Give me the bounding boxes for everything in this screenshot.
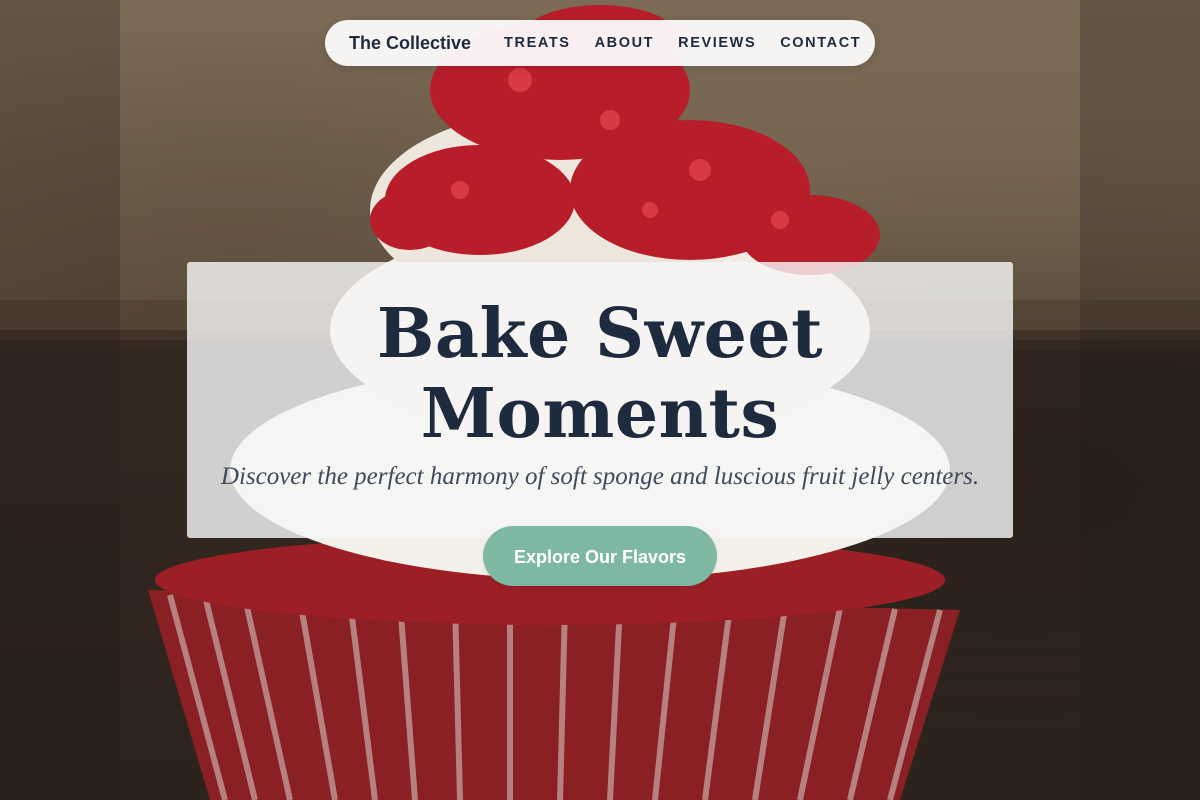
hero-card: Bake Sweet Moments Discover the perfect … (187, 262, 1013, 586)
nav-link-contact[interactable]: CONTACT (780, 35, 861, 51)
hero-subtitle: Discover the perfect harmony of soft spo… (220, 463, 980, 490)
brand-logo[interactable]: The Collective (349, 33, 471, 54)
nav-links: TREATS ABOUT REVIEWS CONTACT (504, 35, 861, 51)
top-navigation: The Collective TREATS ABOUT REVIEWS CONT… (325, 20, 875, 66)
nav-link-reviews[interactable]: REVIEWS (678, 35, 756, 51)
explore-flavors-button[interactable]: Explore Our Flavors (483, 526, 717, 586)
hero-title: Bake Sweet Moments (376, 294, 824, 454)
nav-link-about[interactable]: ABOUT (595, 35, 655, 51)
nav-link-treats[interactable]: TREATS (504, 35, 571, 51)
landing-page: The Collective TREATS ABOUT REVIEWS CONT… (0, 0, 1200, 800)
